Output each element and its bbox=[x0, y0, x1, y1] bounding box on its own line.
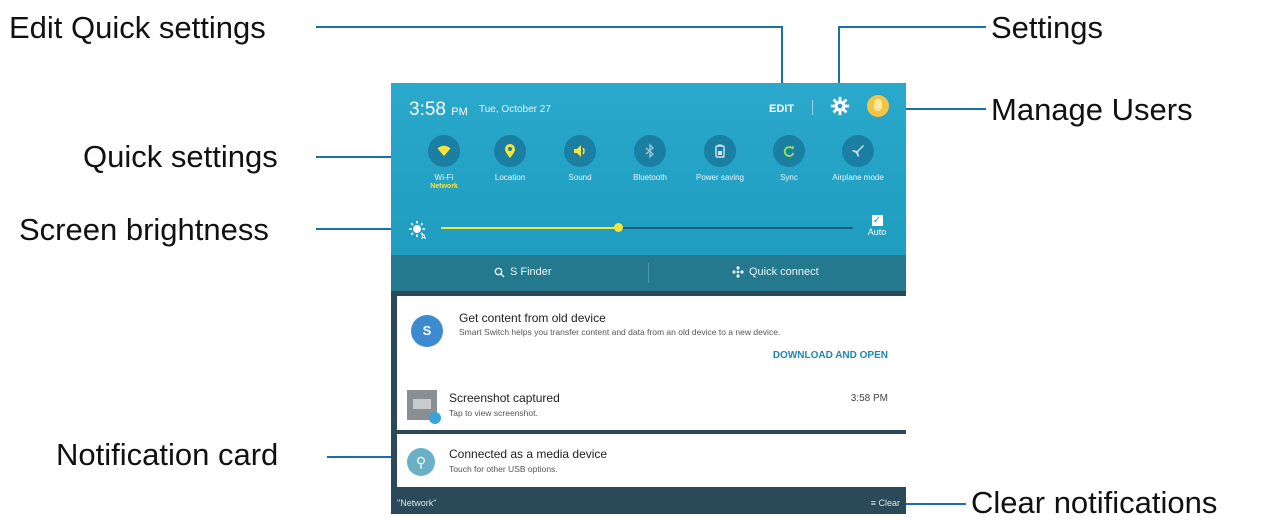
notification-title: Connected as a media device bbox=[449, 447, 608, 461]
notification-panel: 3:58 PM Tue, October 27 EDIT Wi-Fi Netwo… bbox=[391, 83, 906, 514]
auto-brightness-toggle[interactable]: ✓ Auto bbox=[862, 215, 892, 237]
panel-header: 3:58 PM Tue, October 27 EDIT Wi-Fi Netwo… bbox=[391, 83, 906, 255]
download-and-open-button[interactable]: DOWNLOAD AND OPEN bbox=[773, 350, 888, 361]
network-name: "Network" bbox=[397, 498, 437, 508]
leader-line-notification bbox=[327, 456, 399, 458]
quick-connect-icon bbox=[732, 266, 744, 278]
quick-setting-airplane[interactable]: Airplane mode bbox=[823, 135, 893, 183]
brightness-slider[interactable] bbox=[441, 223, 853, 232]
notification-card-screenshot[interactable]: Screenshot captured Tap to view screensh… bbox=[397, 378, 906, 430]
search-icon bbox=[494, 267, 505, 277]
quick-connect-button[interactable]: Quick connect bbox=[732, 266, 819, 278]
user-avatar-button[interactable] bbox=[867, 95, 889, 117]
date-label: Tue, October 27 bbox=[479, 104, 551, 115]
quick-setting-label: Airplane mode bbox=[832, 173, 884, 182]
callout-manage-users: Manage Users bbox=[991, 92, 1193, 127]
notification-title: Screenshot captured bbox=[449, 391, 560, 405]
smart-switch-icon: S bbox=[411, 315, 443, 347]
sync-icon bbox=[773, 135, 805, 167]
sound-icon bbox=[564, 135, 596, 167]
leader-line-settings bbox=[838, 26, 986, 28]
location-icon bbox=[494, 135, 526, 167]
quick-setting-label: Bluetooth bbox=[633, 173, 667, 182]
callout-screen-brightness: Screen brightness bbox=[19, 212, 269, 247]
notification-description: Tap to view screenshot. bbox=[449, 408, 538, 418]
brightness-icon: A bbox=[409, 221, 426, 240]
quick-setting-sync[interactable]: Sync bbox=[754, 135, 824, 183]
callout-quick-settings: Quick settings bbox=[83, 139, 278, 174]
quick-setting-label: Location bbox=[494, 173, 526, 182]
airplane-icon bbox=[842, 135, 874, 167]
clock: 3:58 PM bbox=[409, 99, 468, 120]
screenshot-badge-icon bbox=[429, 412, 441, 424]
quick-setting-bluetooth[interactable]: Bluetooth bbox=[615, 135, 685, 183]
panel-footer: "Network" ≡ Clear bbox=[391, 492, 906, 514]
brightness-slider-thumb[interactable] bbox=[614, 223, 624, 232]
divider bbox=[648, 263, 649, 283]
leader-line-manage-users bbox=[897, 108, 986, 110]
quick-setting-sublabel: Network bbox=[430, 182, 458, 190]
leader-line-clear bbox=[906, 503, 966, 505]
s-finder-button[interactable]: S Finder bbox=[494, 266, 552, 278]
notification-description: Touch for other USB options. bbox=[449, 464, 558, 474]
quick-setting-power-saving[interactable]: Power saving bbox=[685, 135, 755, 183]
quick-setting-sound[interactable]: Sound bbox=[545, 135, 615, 183]
auto-brightness-label: Auto bbox=[867, 227, 887, 237]
notification-card-usb[interactable]: ⚲ Connected as a media device Touch for … bbox=[397, 434, 906, 487]
quick-setting-wifi[interactable]: Wi-Fi Network bbox=[409, 135, 479, 190]
callout-edit-quick-settings: Edit Quick settings bbox=[9, 10, 266, 45]
notification-card-smart-switch[interactable]: S Get content from old device Smart Swit… bbox=[397, 296, 906, 382]
brightness-level-fill bbox=[441, 227, 619, 229]
usb-icon: ⚲ bbox=[407, 448, 435, 476]
svg-text:A: A bbox=[421, 234, 426, 240]
callout-notification-card: Notification card bbox=[56, 437, 279, 472]
quick-setting-label: Sync bbox=[780, 173, 798, 182]
checkbox-icon: ✓ bbox=[871, 215, 883, 226]
wifi-icon bbox=[428, 135, 460, 167]
edit-button[interactable]: EDIT bbox=[769, 103, 794, 115]
notification-time: 3:58 PM bbox=[850, 393, 888, 404]
divider bbox=[812, 100, 813, 115]
action-bar: S Finder Quick connect bbox=[391, 255, 906, 291]
leader-line-edit bbox=[316, 26, 782, 28]
battery-icon bbox=[704, 135, 736, 167]
callout-clear-notifications: Clear notifications bbox=[971, 485, 1218, 520]
quick-setting-label: Wi-Fi bbox=[434, 173, 454, 182]
clear-notifications-button[interactable]: ≡ Clear bbox=[871, 498, 900, 508]
notification-description: Smart Switch helps you transfer content … bbox=[459, 327, 781, 337]
notification-title: Get content from old device bbox=[459, 311, 606, 325]
bluetooth-icon bbox=[634, 135, 666, 167]
quick-setting-label: Sound bbox=[568, 173, 592, 182]
gear-icon[interactable] bbox=[829, 95, 851, 117]
quick-setting-location[interactable]: Location bbox=[475, 135, 545, 183]
quick-setting-label: Power saving bbox=[695, 173, 745, 182]
callout-settings: Settings bbox=[991, 10, 1104, 45]
